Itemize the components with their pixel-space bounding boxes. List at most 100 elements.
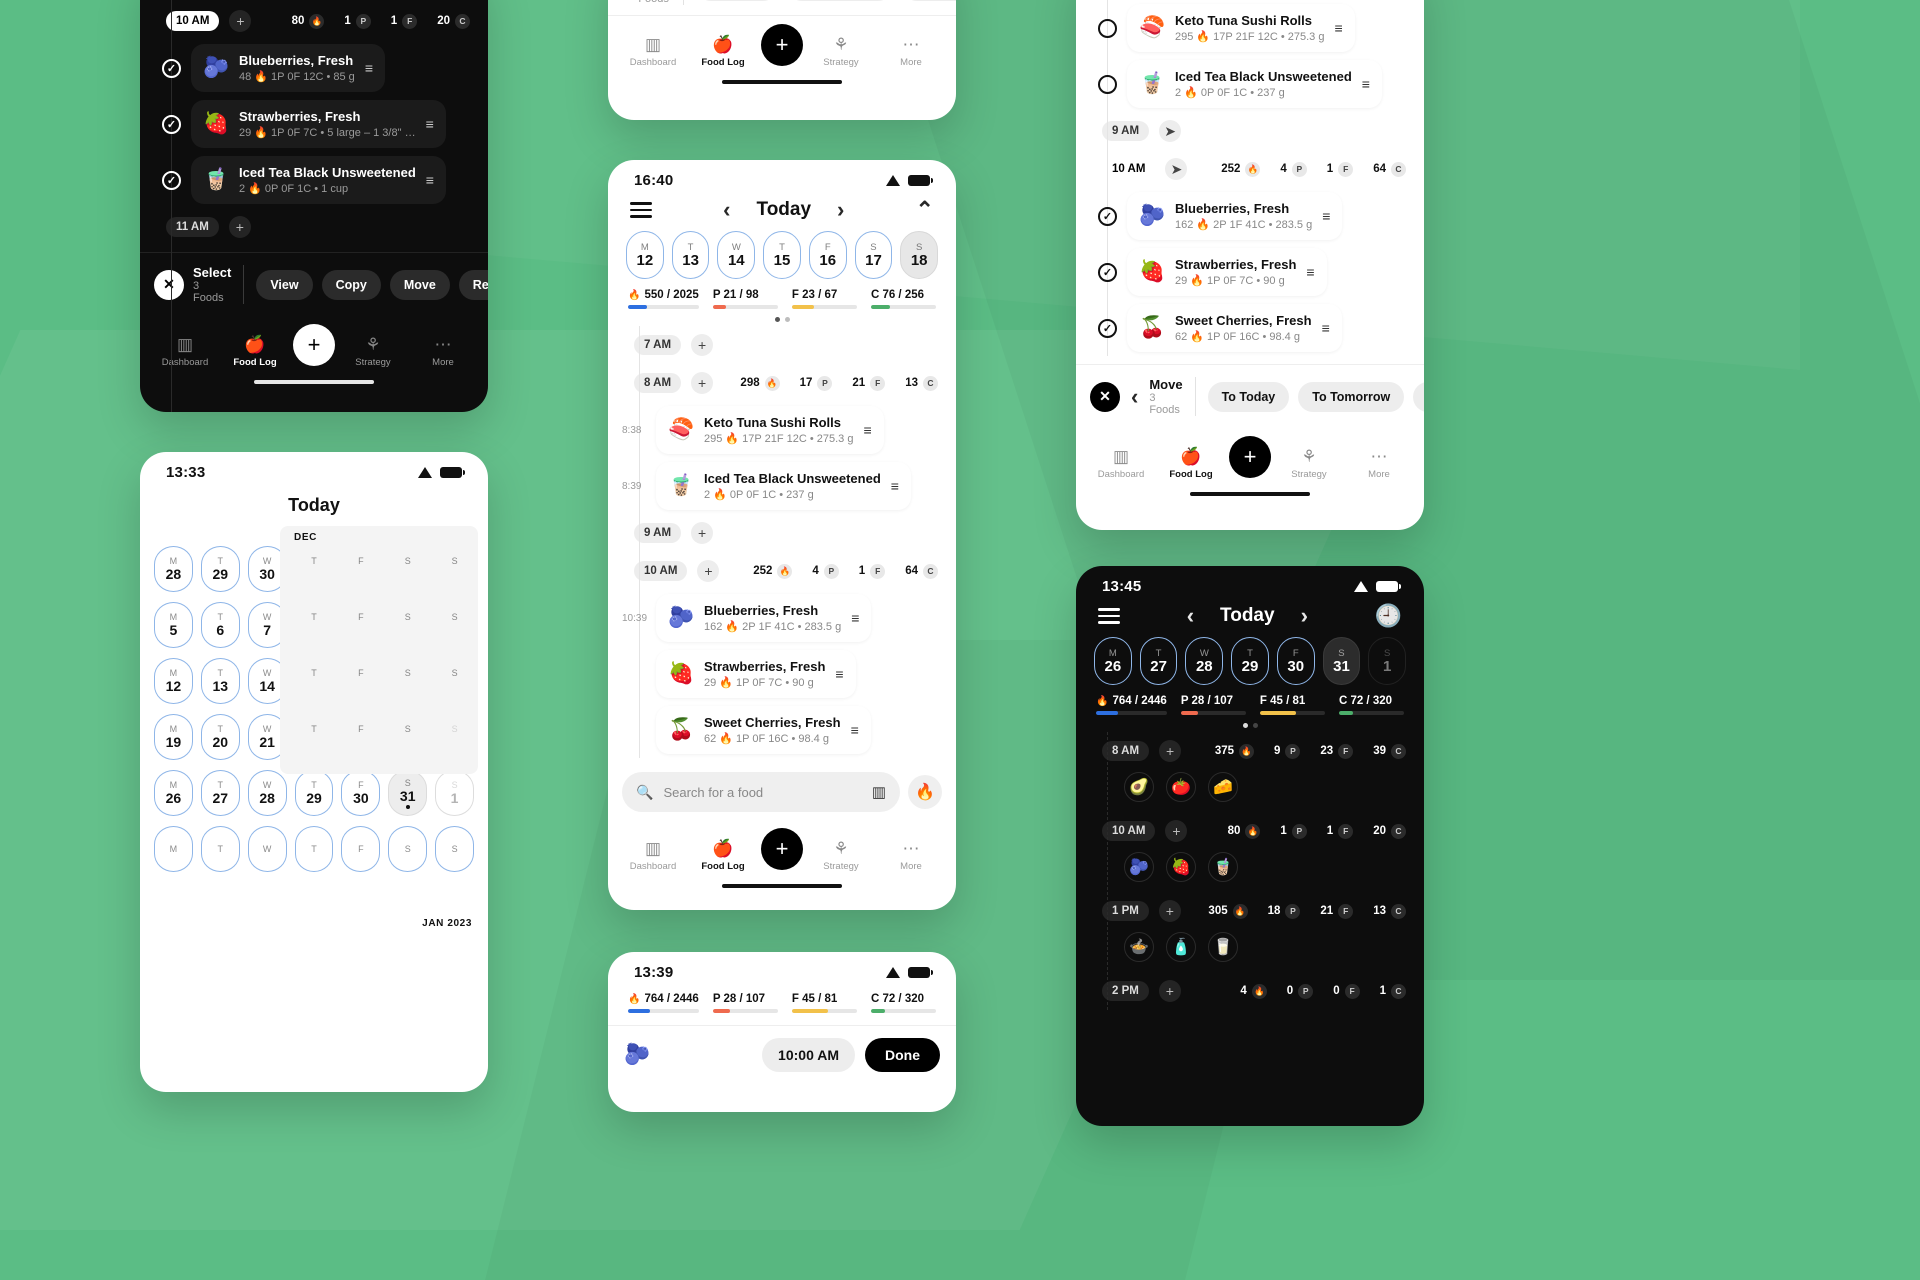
done-button[interactable]: Done: [865, 1038, 940, 1072]
action-to-tomorrow-button[interactable]: To Tomorrow: [1298, 381, 1405, 412]
day-pill[interactable]: S 18: [900, 231, 939, 279]
tab-more[interactable]: ⋯ More: [1347, 448, 1411, 481]
day-pill[interactable]: S 17: [854, 231, 893, 279]
day-pill[interactable]: F 16: [808, 231, 847, 279]
day-pill[interactable]: S1: [1368, 637, 1407, 685]
food-row[interactable]: 🫐 Blueberries, Fresh 48 🔥 1P 0F 12C • 85 g…: [191, 44, 385, 92]
food-emoji-chip[interactable]: 🍲: [1124, 932, 1154, 962]
day-pill[interactable]: T 29: [1231, 637, 1269, 685]
food-row[interactable]: 🍓 Strawberries, Fresh 29 🔥 1P 0F 7C • 90 g…: [1127, 248, 1327, 296]
selected-check-icon[interactable]: ✓: [162, 58, 181, 78]
calendar-day-cell[interactable]: M 28: [154, 546, 193, 592]
food-row[interactable]: 🫐 Blueberries, Fresh 162 🔥 2P 1F 41C • 283…: [1127, 192, 1343, 240]
selected-check-icon[interactable]: ✓: [162, 114, 181, 134]
next-day-button[interactable]: ›: [1301, 605, 1308, 627]
day-pill[interactable]: M 26: [1094, 637, 1132, 685]
food-row[interactable]: 🍓 Strawberries, Fresh 29 🔥 1P 0F 7C • 5 la…: [191, 100, 446, 148]
hour-chip[interactable]: 10 AM: [166, 11, 220, 31]
add-fab-button[interactable]: +: [761, 828, 803, 870]
food-emoji-chip[interactable]: 🥛: [1208, 932, 1238, 962]
day-pill[interactable]: F 30: [1276, 637, 1315, 685]
food-row[interactable]: 🧋 Iced Tea Black Unsweetened 2 🔥 0P 0F 1C …: [656, 462, 911, 510]
selected-check-icon[interactable]: ✓: [1098, 262, 1117, 282]
tab-food-log[interactable]: 🍎 Food Log: [1159, 448, 1223, 481]
food-menu-icon[interactable]: ≡: [1306, 264, 1314, 280]
action-copy-button[interactable]: Copy: [321, 269, 381, 300]
search-input[interactable]: Search for a food: [663, 785, 861, 800]
tab-dashboard[interactable]: ▥ Dashboard: [621, 840, 685, 873]
calendar-day-cell[interactable]: T 13: [200, 658, 240, 704]
barcode-icon[interactable]: ▥: [872, 783, 886, 801]
action-to-today-button[interactable]: To Today: [1207, 381, 1290, 412]
day-pill[interactable]: W 14: [717, 231, 756, 279]
food-emoji-chip[interactable]: 🧴: [1166, 932, 1196, 962]
calendar-day-cell[interactable]: T 29: [200, 546, 240, 592]
search-bar[interactable]: 🔍 Search for a food ▥: [622, 772, 900, 812]
calendar-day-cell[interactable]: M 26: [154, 770, 193, 816]
hour-chip[interactable]: 8 AM: [1102, 741, 1150, 761]
hour-chip[interactable]: 8 AM: [634, 373, 682, 393]
day-pill[interactable]: M 12: [626, 231, 664, 279]
food-row[interactable]: 🍣 Keto Tuna Sushi Rolls 295 🔥 17P 21F 12C …: [1127, 4, 1355, 52]
hour-chip[interactable]: 1 PM: [1102, 901, 1149, 921]
food-row[interactable]: 🍒 Sweet Cherries, Fresh 62 🔥 1P 0F 16C • 9…: [1127, 304, 1342, 352]
hour-chip[interactable]: 10 AM: [1102, 821, 1156, 841]
action-remove-button[interactable]: Remove: [458, 269, 488, 300]
action-to-d-button[interactable]: To D: [1413, 381, 1424, 412]
calendar-day-cell[interactable]: M: [154, 826, 193, 872]
calendar-day-cell[interactable]: T 27: [200, 770, 240, 816]
hour-chip[interactable]: 10 AM: [634, 561, 688, 581]
hour-chip[interactable]: 11 AM: [166, 217, 219, 237]
food-emoji-chip[interactable]: 🧋: [1208, 852, 1238, 882]
calendar-day-cell[interactable]: M5: [154, 602, 193, 648]
tab-more[interactable]: ⋯ More: [411, 336, 475, 369]
copy-to-today-button[interactable]: To Today: [695, 0, 778, 1]
hour-chip[interactable]: 7 AM: [634, 335, 682, 355]
add-food-button[interactable]: +: [697, 560, 720, 582]
add-food-button[interactable]: +: [1159, 740, 1182, 762]
calendar-day-cell[interactable]: F 30: [341, 770, 381, 816]
add-fab-button[interactable]: +: [1229, 436, 1271, 478]
tab-food-log[interactable]: 🍎 Food Log: [691, 36, 755, 69]
hamburger-icon[interactable]: [630, 202, 652, 218]
add-food-button[interactable]: +: [1165, 820, 1188, 842]
food-menu-icon[interactable]: ≡: [863, 422, 871, 438]
unselected-circle-icon[interactable]: [1098, 18, 1117, 38]
food-menu-icon[interactable]: ≡: [1322, 208, 1330, 224]
add-fab-button[interactable]: +: [761, 24, 803, 66]
food-menu-icon[interactable]: ≡: [891, 478, 899, 494]
add-food-button[interactable]: +: [691, 372, 714, 394]
send-icon[interactable]: ➤: [1159, 120, 1182, 142]
calendar-day-cell[interactable]: S1: [435, 770, 474, 816]
copy-to-tomorrow-button[interactable]: To Tomorrow: [786, 0, 893, 1]
food-menu-icon[interactable]: ≡: [426, 172, 434, 188]
history-icon[interactable]: 🕘: [1375, 605, 1402, 627]
food-menu-icon[interactable]: ≡: [365, 60, 373, 76]
calendar-day-cell[interactable]: T 29: [294, 770, 334, 816]
calendar-day-cell[interactable]: S: [435, 826, 474, 872]
calendar-day-cell[interactable]: T: [294, 826, 334, 872]
tab-more[interactable]: ⋯ More: [879, 36, 943, 69]
tab-food-log[interactable]: 🍎 Food Log: [223, 336, 287, 369]
hour-chip[interactable]: 9 AM: [1102, 121, 1150, 141]
add-food-button[interactable]: +: [228, 216, 251, 238]
calendar-day-cell[interactable]: S 31: [388, 770, 428, 816]
selected-check-icon[interactable]: ✓: [1098, 206, 1117, 226]
add-fab-button[interactable]: +: [293, 324, 335, 366]
close-selection-button[interactable]: ✕: [1090, 381, 1120, 412]
back-button[interactable]: ‹: [1131, 385, 1138, 408]
calendar-day-cell[interactable]: T6: [200, 602, 240, 648]
tab-strategy[interactable]: ⚘ Strategy: [1277, 448, 1341, 481]
tab-dashboard[interactable]: ▥ Dashboard: [1089, 448, 1153, 481]
tab-food-log[interactable]: 🍎 Food Log: [691, 840, 755, 873]
tab-dashboard[interactable]: ▥ Dashboard: [153, 336, 217, 369]
action-view-button[interactable]: View: [256, 269, 313, 300]
food-row[interactable]: 🍒 Sweet Cherries, Fresh 62 🔥 1P 0F 16C • 9…: [656, 706, 871, 754]
food-emoji-chip[interactable]: 🫐: [1124, 852, 1154, 882]
calendar-day-cell[interactable]: M 12: [154, 658, 193, 704]
copy-paste-inline-button[interactable]: Paste Inline: [901, 0, 956, 1]
food-emoji-chip[interactable]: 🧀: [1208, 772, 1238, 802]
tab-dashboard[interactable]: ▥ Dashboard: [621, 36, 685, 69]
calendar-day-cell[interactable]: M 19: [154, 714, 193, 760]
tab-more[interactable]: ⋯ More: [879, 840, 943, 873]
